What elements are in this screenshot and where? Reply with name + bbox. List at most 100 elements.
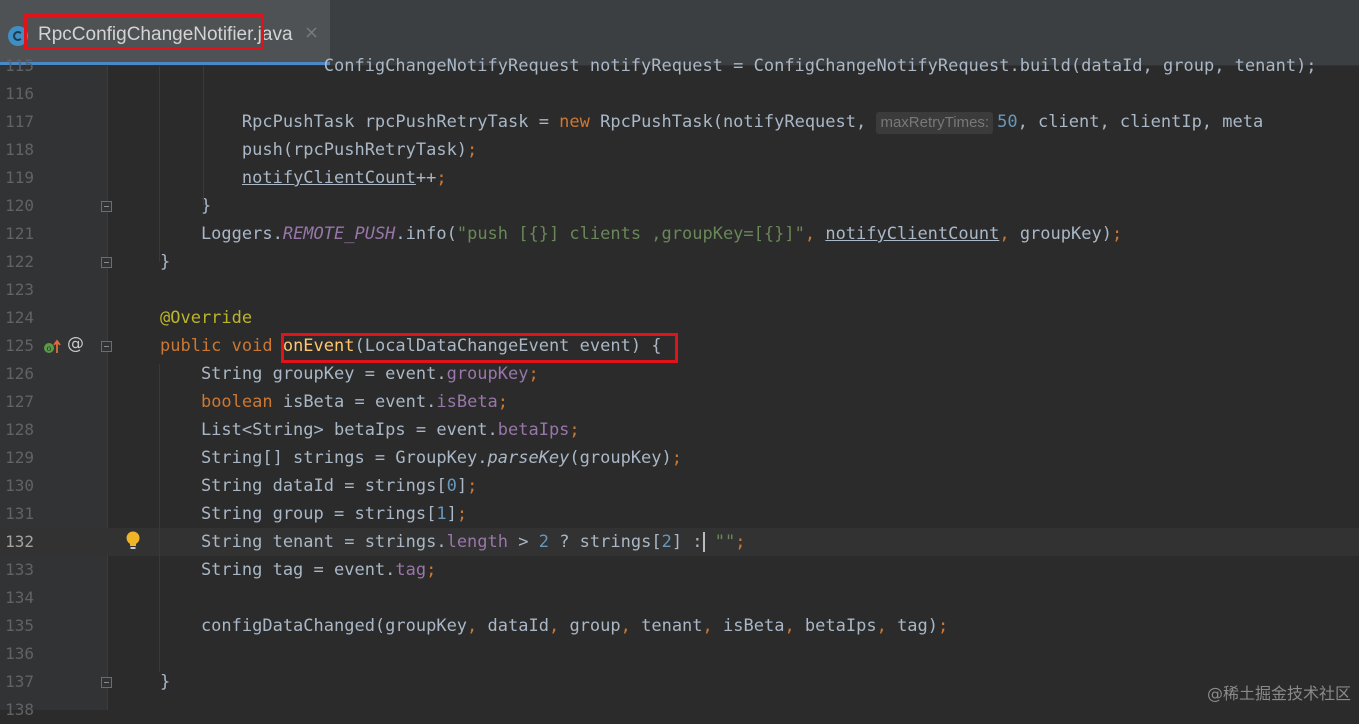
line-number: 124 [5,308,34,327]
code-token: , client, clientIp, meta [1017,112,1264,132]
code-text: boolean isBeta = event.isBeta; [160,388,508,416]
watermark: @稀土掘金技术社区 [1206,684,1351,703]
code-line[interactable]: 133 String tag = event.tag; [0,556,1359,584]
code-token: , [784,616,805,636]
code-line[interactable]: 126 String groupKey = event.groupKey; [0,360,1359,388]
code-line[interactable]: 137} [0,668,1359,696]
line-number: 135 [5,616,34,635]
code-token: 0 [446,476,457,496]
code-token: RpcPushTask(notifyRequest, [589,112,877,132]
code-line[interactable]: 135 configDataChanged(groupKey, dataId, … [0,612,1359,640]
code-token: String tenant = strings. [160,532,447,552]
code-token: , [999,224,1020,244]
code-text: RpcPushTask rpcPushRetryTask = new RpcPu… [160,108,1263,136]
code-token: , [467,616,488,636]
line-number: 123 [5,280,34,299]
code-line[interactable]: 132 String tenant = strings.length > 2 ?… [0,528,1359,556]
code-text: String tenant = strings.length > 2 ? str… [160,528,746,556]
code-token: 2 [661,532,672,552]
code-token: ; [426,560,437,580]
line-number: 138 [5,700,34,719]
line-number: 136 [5,644,34,663]
code-token: push(rpcPushRetryTask) [160,140,468,160]
code-line[interactable]: 124 @Override [0,304,1359,332]
code-token: 50 [997,112,1018,132]
code-token: ; [938,616,949,636]
code-line[interactable]: 130 String dataId = strings[0]; [0,472,1359,500]
code-token: REMOTE_PUSH [282,224,396,244]
code-token: > [508,532,539,552]
annotation-icon[interactable]: @ [67,334,84,354]
code-token: ; [569,420,580,440]
line-number: 119 [5,168,34,187]
code-token: betaIps [497,420,570,440]
fold-marker[interactable] [101,201,112,212]
line-number: 115 [5,56,34,75]
code-token: String dataId = strings[ [160,476,447,496]
indent-guide [203,66,204,206]
code-token: ; [436,168,447,188]
line-number: 137 [5,672,34,691]
code-line[interactable]: 129 String[] strings = GroupKey.parseKey… [0,444,1359,472]
line-number: 120 [5,196,34,215]
code-text: String tag = event.tag; [160,556,436,584]
code-token: tag) [897,616,939,636]
lightbulb-icon[interactable] [125,531,141,551]
code-line[interactable]: 134 [0,584,1359,612]
code-token: ; [528,364,539,384]
code-text: String groupKey = event.groupKey; [160,360,539,388]
line-number: 133 [5,560,34,579]
code-token: ? strings[ [548,532,662,552]
code-text: } [160,248,170,276]
code-token: , [876,616,898,636]
code-text: configDataChanged(groupKey, dataId, grou… [160,612,948,640]
code-line[interactable]: 121 Loggers.REMOTE_PUSH.info("push [{}] … [0,220,1359,248]
line-number: 131 [5,504,34,523]
code-token: } [160,672,171,692]
svg-text:o: o [47,344,52,353]
code-line[interactable]: 131 String group = strings[1]; [0,500,1359,528]
line-number: 126 [5,364,34,383]
parameter-hint: maxRetryTimes: [876,112,994,134]
override-method-icon[interactable]: o [44,339,62,355]
code-token: , [804,224,826,244]
code-line[interactable]: 136 [0,640,1359,668]
code-token: groupKey [446,364,529,384]
code-text: String dataId = strings[0]; [160,472,477,500]
code-token: configDataChanged(groupKey [160,616,468,636]
code-token: notifyClientCount [241,168,416,188]
code-token: ; [735,532,746,552]
code-token: groupKey) [1019,224,1112,244]
code-line[interactable]: 127 boolean isBeta = event.isBeta; [0,388,1359,416]
line-number: 122 [5,252,34,271]
code-line[interactable]: 128 List<String> betaIps = event.betaIps… [0,416,1359,444]
line-number: 129 [5,448,34,467]
code-token: isBeta [723,616,785,636]
code-token: ; [497,392,509,412]
line-number: 116 [5,84,34,103]
code-line[interactable]: 123 [0,276,1359,304]
code-token: "" [714,532,736,552]
code-token: ; [671,448,683,468]
code-token: } [160,252,171,272]
code-line[interactable]: 138 [0,696,1359,724]
close-icon[interactable]: × [304,22,319,43]
line-number: 130 [5,476,34,495]
code-token: String tag = event. [160,560,396,580]
fold-marker[interactable] [101,257,112,268]
code-line[interactable]: 125 public void onEvent(LocalDataChangeEv… [0,332,1359,360]
fold-marker[interactable] [101,341,112,352]
code-token: String groupKey = event. [160,364,447,384]
code-token: .info( [395,224,457,244]
code-token: 1 [436,504,447,524]
code-line[interactable]: 122} [0,248,1359,276]
fold-marker[interactable] [101,677,112,688]
code-token: dataId [487,616,549,636]
code-token: ConfigChangeNotifyRequest notifyRequest … [160,56,1317,76]
code-token: ; [1111,224,1123,244]
indent-guide [159,364,160,672]
code-text: ConfigChangeNotifyRequest notifyRequest … [160,52,1317,80]
code-token: tag [395,560,427,580]
code-token: ] : [671,532,703,552]
